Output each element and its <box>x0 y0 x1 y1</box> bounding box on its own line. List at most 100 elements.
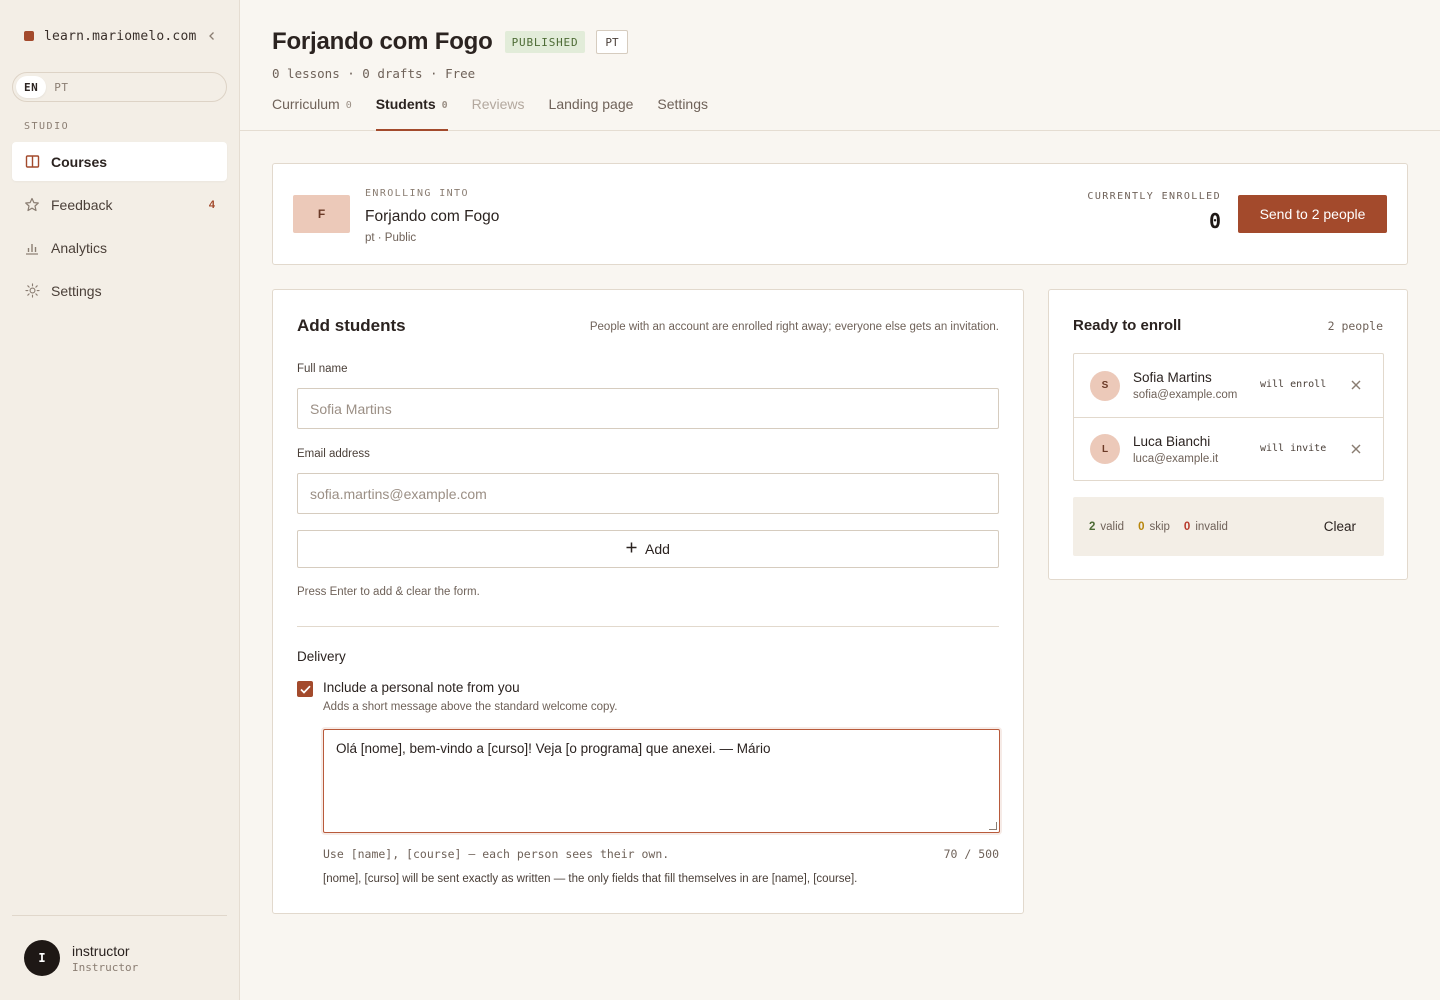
enroll-banner: F ENROLLING INTO Forjando com Fogo pt · … <box>272 163 1408 265</box>
full-name-label: Full name <box>297 363 348 375</box>
add-student-button[interactable]: Add <box>297 530 999 568</box>
language-badge: PT <box>596 30 628 54</box>
person-name: Sofia Martins <box>1133 370 1212 385</box>
tab-label: Students <box>375 96 436 112</box>
chevron-left-icon[interactable] <box>204 28 220 44</box>
send-button[interactable]: Send to 2 people <box>1238 195 1387 233</box>
skip-label: skip <box>1149 520 1170 533</box>
check-icon <box>299 685 311 694</box>
press-enter-hint: Press Enter to add & clear the form. <box>297 586 480 598</box>
enrolling-course-sub: pt · Public <box>365 232 417 244</box>
sidebar: learn.mariomelo.com EN PT STUDIO Courses… <box>0 0 240 1000</box>
studio-section-label: STUDIO <box>24 121 70 132</box>
person-status: will enroll <box>1260 379 1327 390</box>
invalid-count: 0 invalid <box>1184 521 1228 533</box>
lang-option-en[interactable]: EN <box>16 76 47 98</box>
plus-icon <box>626 540 637 558</box>
sidebar-item-courses[interactable]: Courses <box>12 142 227 181</box>
user-info: instructor Instructor <box>72 943 138 974</box>
close-icon[interactable] <box>1349 442 1363 456</box>
course-tabs: Curriculum 0 Students 0 Reviews Landing … <box>272 96 732 131</box>
ready-title: Ready to enroll <box>1073 317 1182 334</box>
note-placeholder-warning: [nome], [curso] will be sent exactly as … <box>323 873 858 885</box>
sidebar-item-label: Courses <box>51 153 108 170</box>
valid-num: 2 <box>1089 520 1096 533</box>
site-name[interactable]: learn.mariomelo.com <box>44 29 197 44</box>
add-students-title: Add students <box>297 316 406 335</box>
sidebar-item-feedback[interactable]: Feedback 4 <box>12 185 227 224</box>
site-logo-icon <box>24 31 34 41</box>
currently-enrolled-count: 0 <box>1208 209 1221 233</box>
user-profile[interactable]: I instructor Instructor <box>12 915 227 1000</box>
tab-count: 0 <box>345 100 352 111</box>
resize-handle-icon[interactable] <box>989 822 997 830</box>
personal-note-sub: Adds a short message above the standard … <box>323 701 618 713</box>
tab-label: Landing page <box>548 96 634 112</box>
tab-label: Curriculum <box>272 96 340 112</box>
divider <box>297 626 999 627</box>
feedback-count-badge: 4 <box>208 198 215 211</box>
sidebar-item-settings[interactable]: Settings <box>12 271 227 310</box>
user-name: instructor <box>72 942 130 959</box>
person-email: luca@example.it <box>1133 452 1219 465</box>
email-input[interactable]: sofia.martins@example.com <box>297 473 999 514</box>
tab-reviews[interactable]: Reviews <box>472 96 525 131</box>
tab-label: Reviews <box>471 96 525 112</box>
bar-chart-icon <box>24 240 40 256</box>
person-name: Luca Bianchi <box>1133 433 1211 449</box>
close-icon[interactable] <box>1349 378 1363 392</box>
delivery-heading: Delivery <box>297 649 346 664</box>
personal-note-textarea[interactable]: Olá [nome], bem-vindo a [curso]! Veja [o… <box>323 729 1000 833</box>
skip-num: 0 <box>1138 520 1145 533</box>
personal-note-checkbox[interactable] <box>297 681 313 697</box>
tab-landing-page[interactable]: Landing page <box>549 96 634 131</box>
course-meta: 0 lessons · 0 drafts · Free <box>272 66 476 81</box>
course-thumbnail: F <box>293 195 350 233</box>
page-header: Forjando com Fogo PUBLISHED PT 0 lessons… <box>240 0 1440 131</box>
email-label: Email address <box>297 448 370 460</box>
personal-note-label[interactable]: Include a personal note from you <box>323 680 520 695</box>
language-switcher: EN PT <box>12 72 227 102</box>
avatar: I <box>24 940 60 976</box>
invalid-num: 0 <box>1183 520 1191 533</box>
sidebar-item-label: Feedback <box>51 196 113 213</box>
book-icon <box>24 154 40 170</box>
note-char-count: 70 / 500 <box>943 847 999 861</box>
tab-students[interactable]: Students 0 <box>375 96 448 131</box>
avatar: S <box>1090 370 1120 401</box>
status-badge: PUBLISHED <box>504 31 586 53</box>
gear-icon <box>24 283 40 299</box>
valid-label: valid <box>1100 520 1125 533</box>
currently-enrolled-label: CURRENTLY ENROLLED <box>1087 191 1221 202</box>
tab-count: 0 <box>441 100 448 111</box>
ready-count: 2 people <box>1327 319 1383 333</box>
add-label: Add <box>645 541 670 557</box>
sidebar-item-analytics[interactable]: Analytics <box>12 228 227 267</box>
avatar: L <box>1090 434 1120 464</box>
page-title: Forjando com Fogo <box>272 28 493 55</box>
personal-note-value: Olá [nome], bem-vindo a [curso]! Veja [o… <box>336 741 771 756</box>
person-info: Luca Bianchi luca@example.it <box>1133 434 1245 465</box>
tab-curriculum[interactable]: Curriculum 0 <box>272 96 352 131</box>
add-students-hint: People with an account are enrolled righ… <box>589 321 999 333</box>
full-name-input[interactable]: Sofia Martins <box>297 388 999 429</box>
enrolling-into-label: ENROLLING INTO <box>365 188 469 199</box>
sidebar-item-label: Settings <box>51 282 102 299</box>
list-item: L Luca Bianchi luca@example.it will invi… <box>1074 417 1383 480</box>
people-list: S Sofia Martins sofia@example.com will e… <box>1073 353 1384 481</box>
person-info: Sofia Martins sofia@example.com <box>1133 370 1245 401</box>
add-students-card: Add students People with an account are … <box>272 289 1024 914</box>
enrolling-course-name: Forjando com Fogo <box>365 208 500 225</box>
list-item: S Sofia Martins sofia@example.com will e… <box>1074 354 1383 417</box>
note-placeholder-hint: Use [name], [course] — each person sees … <box>323 847 670 861</box>
site-header: learn.mariomelo.com <box>24 27 220 45</box>
invalid-label: invalid <box>1195 520 1228 533</box>
skip-count: 0 skip <box>1138 521 1170 533</box>
title-row: Forjando com Fogo PUBLISHED PT <box>272 28 628 56</box>
lang-option-pt[interactable]: PT <box>46 76 76 98</box>
tab-settings[interactable]: Settings <box>657 96 708 131</box>
person-status: will invite <box>1260 443 1327 454</box>
ready-to-enroll-card: Ready to enroll 2 people S Sofia Martins… <box>1048 289 1408 580</box>
clear-button[interactable]: Clear <box>1324 519 1356 534</box>
sidebar-nav: Courses Feedback 4 Analytics Settings <box>12 142 227 314</box>
